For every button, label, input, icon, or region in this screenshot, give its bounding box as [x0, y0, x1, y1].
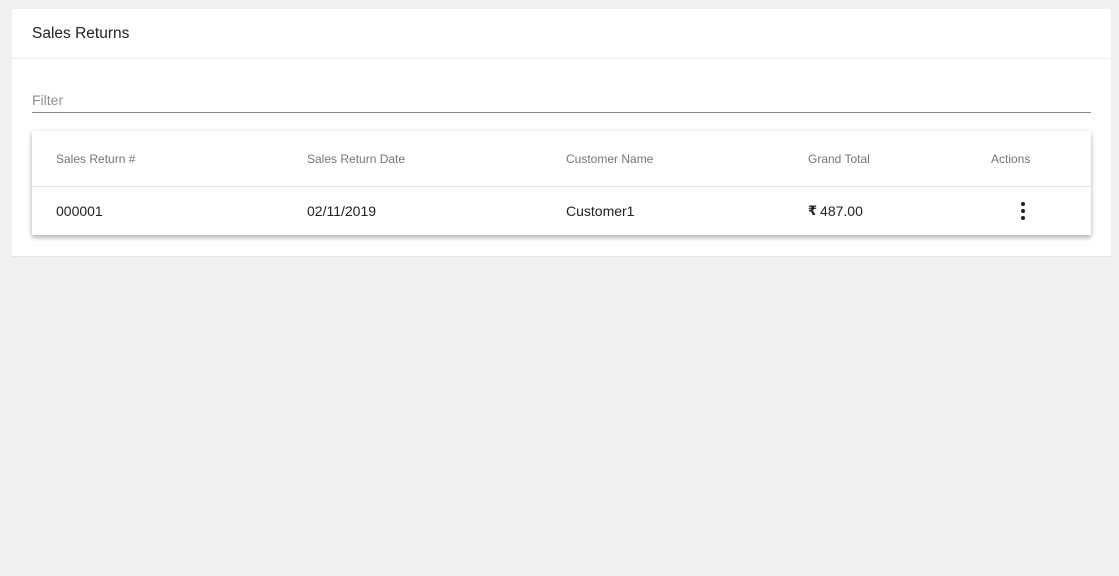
customer-name-cell: Customer1	[566, 203, 635, 219]
filter-input[interactable]	[32, 89, 1091, 111]
grand-total-value: 487.00	[820, 203, 863, 219]
actions-cell	[1001, 187, 1045, 235]
more-vert-icon[interactable]	[1011, 199, 1035, 223]
sales-return-date-cell: 02/11/2019	[307, 203, 377, 219]
table-row[interactable]: 000001 02/11/2019 Customer1 ₹ 487.00	[32, 187, 1091, 235]
rupee-icon: ₹	[808, 203, 818, 218]
filter-field[interactable]	[32, 89, 1091, 113]
sales-returns-card: Sales Returns Sales Return # Sales Retur…	[12, 9, 1111, 257]
sales-return-number-cell: 000001	[56, 203, 103, 219]
table-header-row: Sales Return # Sales Return Date Custome…	[32, 131, 1091, 187]
card-header: Sales Returns	[12, 9, 1111, 59]
column-header-customer-name[interactable]: Customer Name	[566, 131, 653, 186]
grand-total-cell: ₹ 487.00	[808, 187, 863, 235]
column-header-sales-return-number[interactable]: Sales Return #	[56, 131, 135, 186]
column-header-actions: Actions	[991, 151, 1031, 166]
column-header-sales-return-date[interactable]: Sales Return Date	[307, 131, 405, 186]
page-title: Sales Returns	[32, 25, 130, 42]
column-header-grand-total[interactable]: Grand Total	[808, 131, 870, 186]
sales-returns-table: Sales Return # Sales Return Date Custome…	[32, 131, 1091, 235]
